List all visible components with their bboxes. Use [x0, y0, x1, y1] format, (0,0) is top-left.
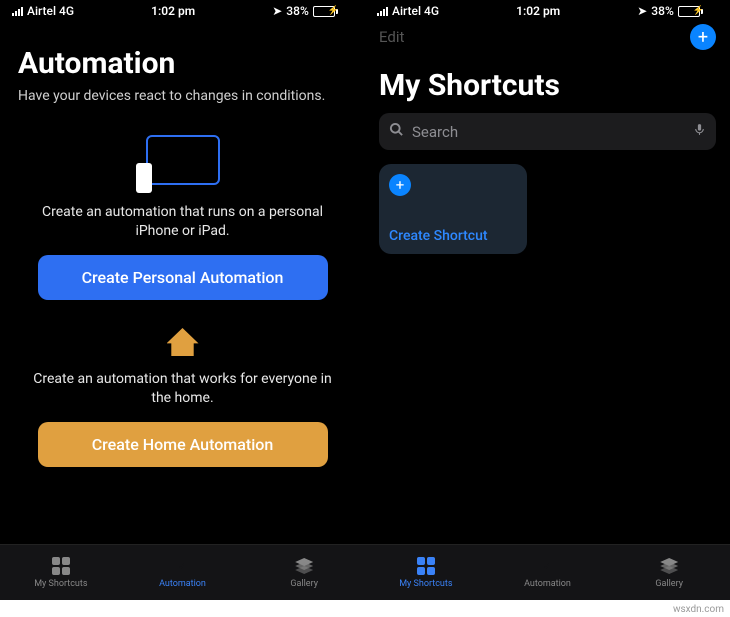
devices-icon — [146, 135, 220, 189]
tab-bar: My Shortcuts ✓ Automation Gallery — [0, 544, 365, 600]
battery-percent: 38% — [286, 4, 308, 18]
create-shortcut-card[interactable]: + Create Shortcut — [379, 164, 527, 254]
charging-icon: ⚡ — [693, 6, 704, 16]
home-automation-description: Create an automation that works for ever… — [18, 370, 347, 408]
tab-label: My Shortcuts — [399, 579, 452, 589]
automation-icon: ✓ — [174, 557, 192, 575]
gallery-icon — [295, 558, 313, 574]
charging-icon: ⚡ — [328, 6, 339, 16]
tab-automation[interactable]: ✓ Automation — [487, 545, 609, 600]
create-shortcut-label: Create Shortcut — [389, 228, 517, 244]
personal-automation-description: Create an automation that runs on a pers… — [18, 203, 347, 241]
create-home-automation-button[interactable]: Create Home Automation — [38, 422, 328, 467]
battery-percent: 38% — [651, 4, 673, 18]
plus-icon: + — [389, 174, 411, 196]
home-automation-section: Create an automation that works for ever… — [18, 328, 347, 467]
tab-gallery[interactable]: Gallery — [243, 545, 365, 600]
tab-label: Gallery — [655, 579, 683, 589]
watermark: wsxdn.com — [673, 604, 724, 615]
location-icon: ➤ — [272, 4, 282, 18]
search-icon — [389, 122, 404, 141]
tab-my-shortcuts[interactable]: My Shortcuts — [365, 545, 487, 600]
gallery-icon — [660, 558, 678, 574]
personal-automation-section: Create an automation that runs on a pers… — [18, 135, 347, 300]
page-subtitle: Have your devices react to changes in co… — [18, 87, 347, 105]
status-bar: Airtel 4G 1:02 pm ➤ 38% ⚡ — [365, 0, 730, 20]
my-shortcuts-screen: Airtel 4G 1:02 pm ➤ 38% ⚡ Edit + My Shor… — [365, 0, 730, 600]
grid-icon — [52, 557, 70, 575]
page-title: Automation — [18, 46, 347, 81]
tab-label: Automation — [524, 579, 571, 589]
status-bar: Airtel 4G 1:02 pm ➤ 38% ⚡ — [0, 0, 365, 20]
signal-icon — [12, 6, 23, 16]
page-title: My Shortcuts — [365, 68, 730, 103]
edit-button[interactable]: Edit — [379, 28, 404, 46]
home-icon — [167, 328, 199, 356]
carrier-label: Airtel 4G — [392, 4, 439, 18]
clock-label: 1:02 pm — [516, 4, 560, 18]
tab-label: Automation — [159, 579, 206, 589]
tab-label: My Shortcuts — [34, 579, 87, 589]
tab-my-shortcuts[interactable]: My Shortcuts — [0, 545, 122, 600]
tab-bar: My Shortcuts ✓ Automation Gallery — [365, 544, 730, 600]
add-shortcut-button[interactable]: + — [690, 24, 716, 50]
tab-automation[interactable]: ✓ Automation — [122, 545, 244, 600]
tab-label: Gallery — [290, 579, 318, 589]
microphone-icon[interactable] — [693, 121, 706, 142]
carrier-label: Airtel 4G — [27, 4, 74, 18]
automation-icon: ✓ — [539, 557, 557, 575]
search-input[interactable] — [412, 123, 685, 141]
location-icon: ➤ — [637, 4, 647, 18]
automation-screen: Airtel 4G 1:02 pm ➤ 38% ⚡ Automation Hav… — [0, 0, 365, 600]
clock-label: 1:02 pm — [151, 4, 195, 18]
create-personal-automation-button[interactable]: Create Personal Automation — [38, 255, 328, 300]
grid-icon — [417, 557, 435, 575]
tab-gallery[interactable]: Gallery — [608, 545, 730, 600]
signal-icon — [377, 6, 388, 16]
search-bar[interactable] — [379, 113, 716, 150]
